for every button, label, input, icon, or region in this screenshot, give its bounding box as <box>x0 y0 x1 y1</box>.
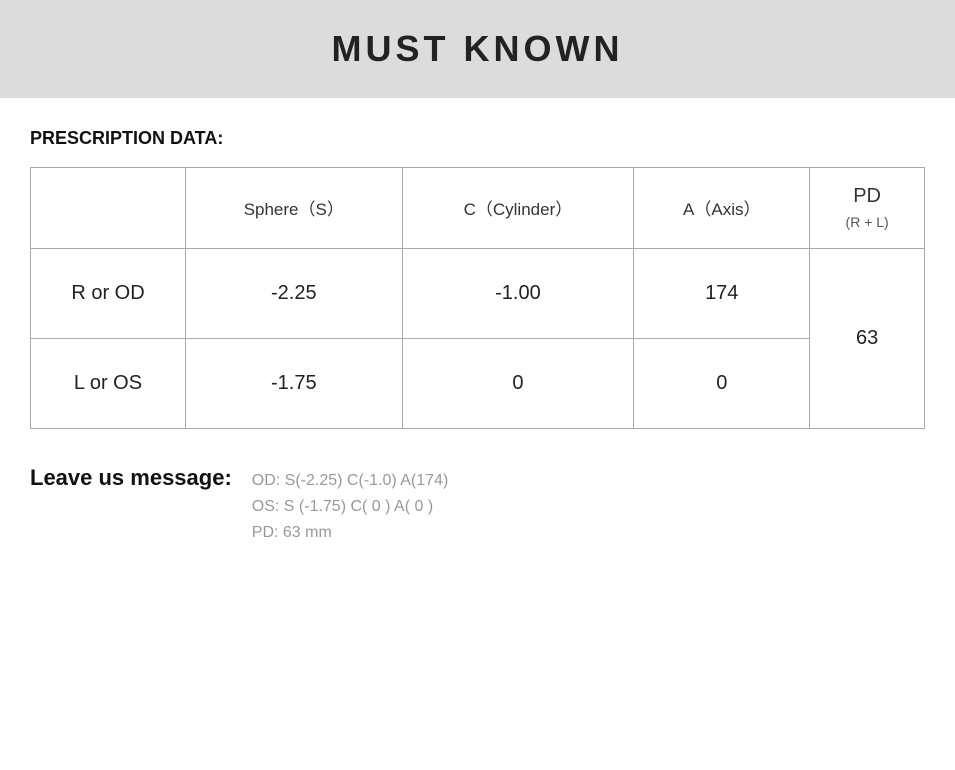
od-sphere: -2.25 <box>186 248 403 338</box>
message-line-od: OD: S(-2.25) C(-1.0) A(174) <box>252 472 449 490</box>
pd-main-label: PD <box>820 182 914 210</box>
os-cylinder: 0 <box>402 338 634 428</box>
message-lines: OD: S(-2.25) C(-1.0) A(174) OS: S (-1.75… <box>252 472 449 542</box>
row-label-od: R or OD <box>31 248 186 338</box>
header-sphere: Sphere（S） <box>186 168 403 249</box>
os-sphere: -1.75 <box>186 338 403 428</box>
message-label: Leave us message: <box>30 465 232 491</box>
header-section: MUST KNOWN <box>0 0 955 98</box>
section-label: PRESCRIPTION DATA: <box>30 128 925 149</box>
header-cylinder: C（Cylinder） <box>402 168 634 249</box>
od-axis: 174 <box>634 248 810 338</box>
os-axis: 0 <box>634 338 810 428</box>
message-line-os: OS: S (-1.75) C( 0 ) A( 0 ) <box>252 498 449 516</box>
page-title: MUST KNOWN <box>332 28 624 69</box>
message-section: Leave us message: OD: S(-2.25) C(-1.0) A… <box>30 465 925 542</box>
header-axis: A（Axis） <box>634 168 810 249</box>
pd-value: 63 <box>810 248 925 428</box>
table-header-row: Sphere（S） C（Cylinder） A（Axis） PD (R + L) <box>31 168 925 249</box>
od-cylinder: -1.00 <box>402 248 634 338</box>
table-row-od: R or OD -2.25 -1.00 174 63 <box>31 248 925 338</box>
prescription-table: Sphere（S） C（Cylinder） A（Axis） PD (R + L)… <box>30 167 925 429</box>
row-label-os: L or OS <box>31 338 186 428</box>
pd-sub-label: (R + L) <box>846 214 889 230</box>
table-row-os: L or OS -1.75 0 0 <box>31 338 925 428</box>
message-line-pd: PD: 63 mm <box>252 524 449 542</box>
message-row: Leave us message: OD: S(-2.25) C(-1.0) A… <box>30 465 925 542</box>
header-empty <box>31 168 186 249</box>
header-pd: PD (R + L) <box>810 168 925 249</box>
main-content: PRESCRIPTION DATA: Sphere（S） C（Cylinder）… <box>0 128 955 542</box>
